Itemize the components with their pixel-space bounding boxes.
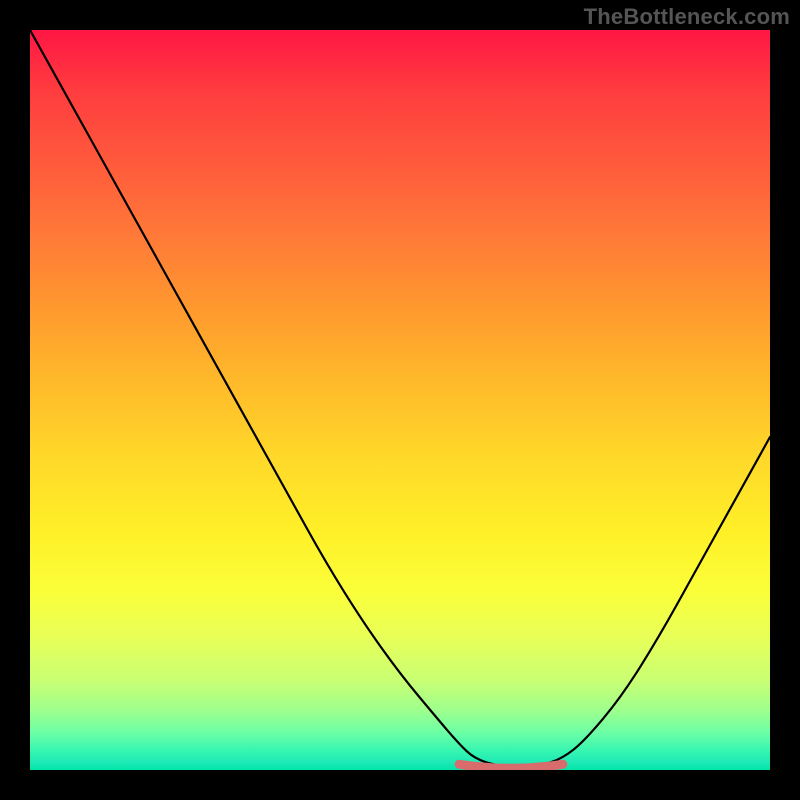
curve-svg (30, 30, 770, 770)
optimal-range-marker (459, 764, 563, 768)
watermark-text: TheBottleneck.com (584, 4, 790, 30)
chart-frame: TheBottleneck.com (0, 0, 800, 800)
plot-area (30, 30, 770, 770)
bottleneck-curve-path (30, 30, 770, 767)
